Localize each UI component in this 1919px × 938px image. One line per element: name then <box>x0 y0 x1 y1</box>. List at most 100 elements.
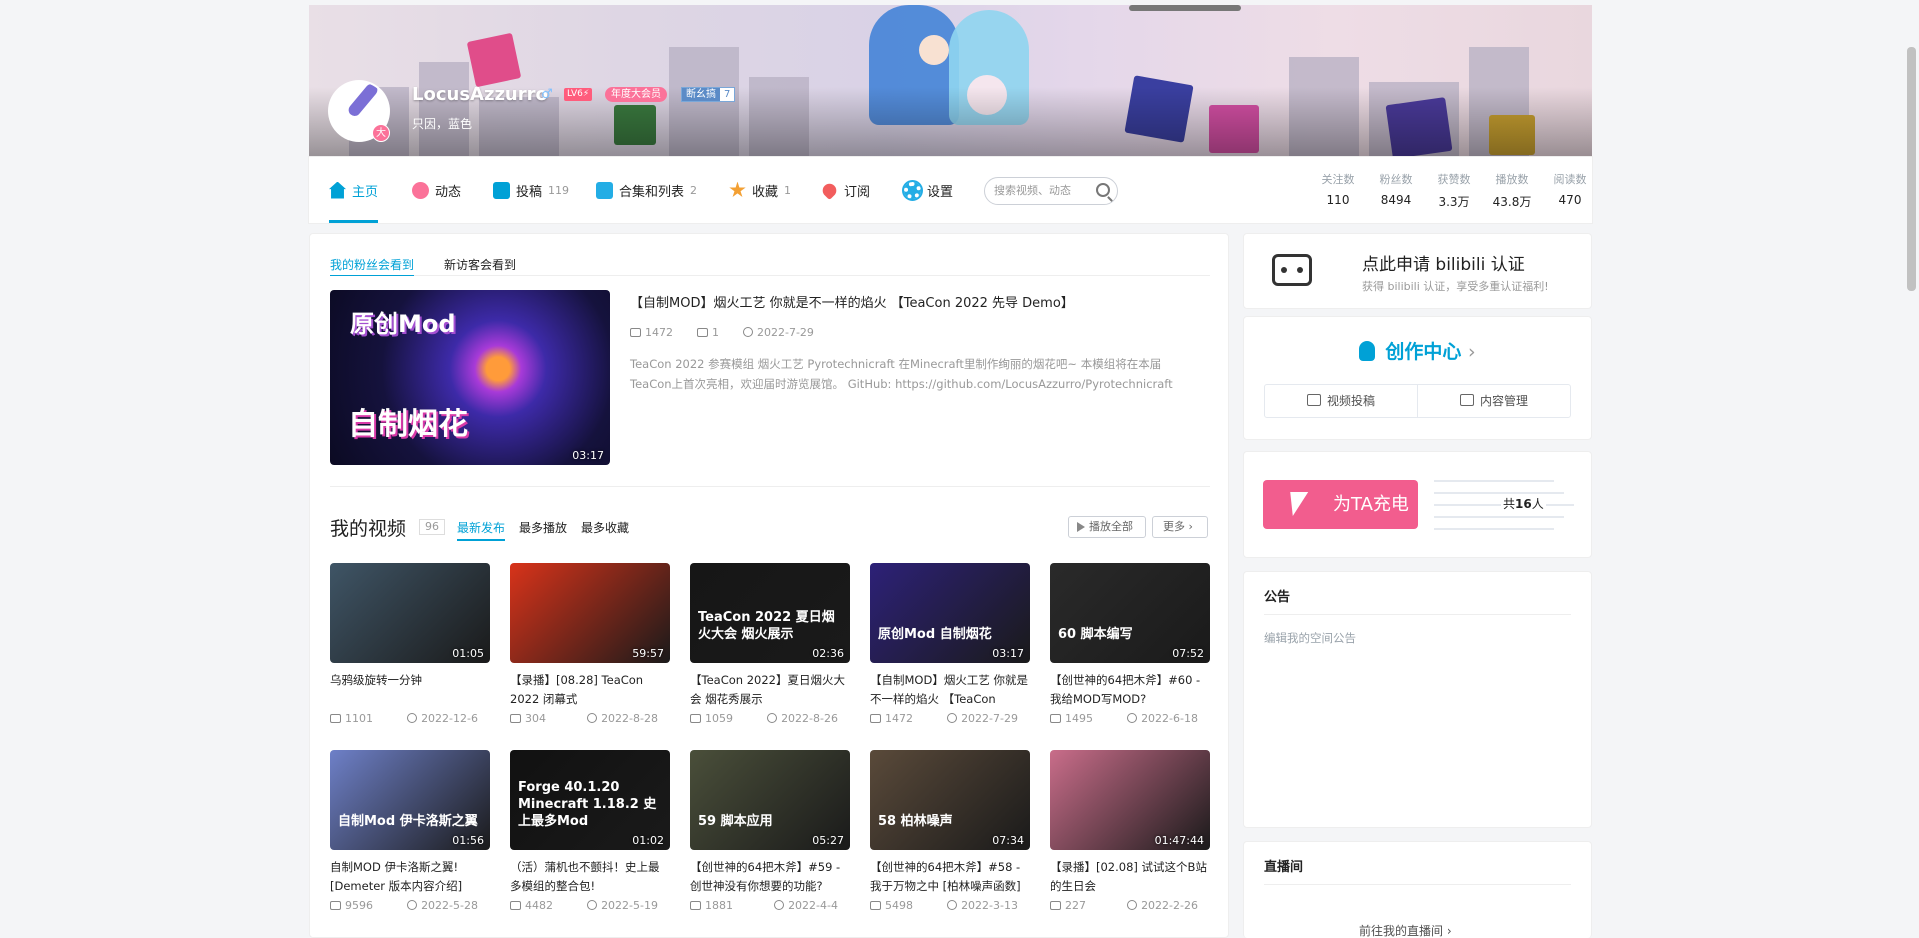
tab-fans-see[interactable]: 我的粉丝会看到 <box>330 256 415 276</box>
videos-header: 我的视频 96 最新发布 最多播放 最多收藏 播放全部 更多 › <box>330 514 1210 541</box>
creator-center-card: 创作中心 › 视频投稿 内容管理 <box>1243 316 1592 440</box>
video-card[interactable]: Forge 40.1.20 Minecraft 1.18.2 史上最多Mod 01… <box>510 750 670 912</box>
more-button[interactable]: 更多 › <box>1152 516 1208 538</box>
content-manage-button[interactable]: 内容管理 <box>1417 385 1570 417</box>
stat-fans-label: 粉丝数 <box>1379 173 1413 186</box>
video-card[interactable]: 01:05 乌鸦级旋转一分钟 1101 2022-12-6 <box>330 563 490 725</box>
featured-video-cover[interactable]: 原创Mod 自制烟花 03:17 <box>330 290 610 465</box>
video-cover[interactable]: 自制Mod 伊卡洛斯之翼 01:56 <box>330 750 490 850</box>
video-title[interactable]: 乌鸦级旋转一分钟 <box>330 671 490 709</box>
video-cover[interactable]: 原创Mod 自制烟花 03:17 <box>870 563 1030 663</box>
charge-count[interactable]: 共16人 <box>1501 495 1546 512</box>
video-card[interactable]: 原创Mod 自制烟花 03:17 【自制MOD】烟火工艺 你就是不一样的焰火 【Te… <box>870 563 1030 725</box>
video-title[interactable]: 【录播】[02.08] 试试这个B站的生日会 <box>1050 858 1210 896</box>
upload-video-button[interactable]: 视频投稿 <box>1265 385 1417 417</box>
video-cover[interactable]: TeaCon 2022 夏日烟火大会 烟火展示 02:36 <box>690 563 850 663</box>
video-title[interactable]: 【创世神的64把木斧】#59 - 创世神没有你想要的功能? <box>690 858 850 896</box>
video-title[interactable]: 【自制MOD】烟火工艺 你就是不一样的焰火 【TeaCon <box>870 671 1030 709</box>
video-card[interactable]: 58 柏林噪声 07:34 【创世神的64把木斧】#58 - 我于万物之中 [柏林噪… <box>870 750 1030 912</box>
tab-home[interactable]: 主页 <box>329 157 379 223</box>
play-all-button[interactable]: 播放全部 <box>1068 516 1146 538</box>
video-plays: 1101 <box>330 712 373 725</box>
auth-card[interactable]: 点此申请 bilibili 认证 获得 bilibili 认证，享受多重认证福利… <box>1243 233 1592 309</box>
video-date: 2022-8-26 <box>767 712 838 725</box>
tab-collections[interactable]: 合集和列表 2 <box>596 157 697 223</box>
user-sign[interactable]: 只因，蓝色 <box>412 115 472 132</box>
clock-icon <box>587 900 598 910</box>
tab-dynamic[interactable]: 动态 <box>412 157 461 223</box>
video-card[interactable]: 01:47:44 【录播】[02.08] 试试这个B站的生日会 227 2022-2-… <box>1050 750 1210 912</box>
tab-visitors-see[interactable]: 新访客会看到 <box>444 256 516 276</box>
video-plays: 1881 <box>690 899 733 912</box>
video-duration: 01:02 <box>632 834 664 847</box>
chevron-right-icon: › <box>1468 341 1476 363</box>
stat-following[interactable]: 关注数 110 <box>1310 171 1366 207</box>
video-duration: 05:27 <box>812 834 844 847</box>
tab-most-played[interactable]: 最多播放 <box>519 519 567 536</box>
clock-icon <box>407 900 418 910</box>
stat-following-value: 110 <box>1326 193 1350 207</box>
play-count-icon <box>690 714 701 723</box>
tab-settings[interactable]: 设置 <box>902 157 954 223</box>
featured-video-title[interactable]: 【自制MOD】烟火工艺 你就是不一样的焰火 【TeaCon 2022 先导 De… <box>630 292 1200 311</box>
video-cover[interactable]: 01:47:44 <box>1050 750 1210 850</box>
video-title[interactable]: 自制MOD 伊卡洛斯之翼! [Demeter 版本内容介绍] <box>330 858 490 896</box>
video-card[interactable]: TeaCon 2022 夏日烟火大会 烟火展示 02:36 【TeaCon 2022… <box>690 563 850 725</box>
video-cover[interactable]: 01:05 <box>330 563 490 663</box>
video-card[interactable]: 59:57 【录播】[08.28] TeaCon 2022 闭幕式 304 2022-… <box>510 563 670 725</box>
video-meta: 5498 2022-3-13 <box>870 899 1030 912</box>
video-date: 2022-5-28 <box>407 899 478 912</box>
tab-subscriptions[interactable]: 订阅 <box>819 157 870 223</box>
video-duration: 07:52 <box>1172 647 1204 660</box>
level-badge[interactable]: LV6⚡ <box>564 88 593 101</box>
video-cover[interactable]: 60 脚本编写 07:52 <box>1050 563 1210 663</box>
stat-likes-label: 获赞数 <box>1437 173 1471 186</box>
video-date: 2022-5-19 <box>587 899 658 912</box>
video-cover[interactable]: Forge 40.1.20 Minecraft 1.18.2 史上最多Mod 01… <box>510 750 670 850</box>
video-card[interactable]: 自制Mod 伊卡洛斯之翼 01:56 自制MOD 伊卡洛斯之翼! [Demeter … <box>330 750 490 912</box>
tab-upload[interactable]: 投稿 119 <box>493 157 569 223</box>
video-date: 2022-8-28 <box>587 712 658 725</box>
video-card[interactable]: 59 脚本应用 05:27 【创世神的64把木斧】#59 - 创世神没有你想要的功能… <box>690 750 850 912</box>
video-date: 2022-6-18 <box>1127 712 1198 725</box>
play-count-icon <box>630 328 641 337</box>
video-title[interactable]: 【创世神的64把木斧】#60 - 我给MOD写MOD? <box>1050 671 1210 709</box>
cover-overlay-text: 原创Mod 自制烟花 <box>878 627 992 642</box>
video-title[interactable]: 【创世神的64把木斧】#58 - 我于万物之中 [柏林噪声函数] <box>870 858 1030 896</box>
tab-latest[interactable]: 最新发布 <box>457 519 506 541</box>
featured-cover-text-bottom: 自制烟花 <box>348 407 468 442</box>
stat-fans[interactable]: 粉丝数 8494 <box>1368 171 1424 207</box>
video-duration: 01:47:44 <box>1154 834 1204 847</box>
tab-most-favorited[interactable]: 最多收藏 <box>581 519 629 536</box>
charge-button[interactable]: 为TA充电 <box>1263 480 1418 529</box>
space-search-input[interactable]: 搜索视频、动态 <box>984 177 1118 205</box>
creator-center-link[interactable]: 创作中心 › <box>1244 337 1591 364</box>
video-plays: 4482 <box>510 899 553 912</box>
tab-settings-label: 设置 <box>927 184 954 200</box>
video-title[interactable]: 【录播】[08.28] TeaCon 2022 闭幕式 <box>510 671 670 709</box>
notice-input[interactable]: 编辑我的空间公告 <box>1264 630 1356 646</box>
go-live-room-link[interactable]: 前往我的直播间 › <box>1359 922 1452 938</box>
video-cover[interactable]: 59:57 <box>510 563 670 663</box>
play-count-icon <box>330 901 341 910</box>
video-meta: 304 2022-8-28 <box>510 712 670 725</box>
video-cover[interactable]: 58 柏林噪声 07:34 <box>870 750 1030 850</box>
videos-heading: 我的视频 <box>330 518 407 540</box>
fan-medal[interactable]: 断幺搞 7 <box>681 87 736 102</box>
clock-icon <box>407 713 418 723</box>
lightning-icon <box>1283 492 1309 516</box>
scrollbar-thumb[interactable] <box>1907 47 1916 291</box>
featured-cover-text-top: 原创Mod <box>350 310 456 338</box>
video-plays: 1495 <box>1050 712 1093 725</box>
search-icon[interactable] <box>1096 183 1110 197</box>
tab-favorites[interactable]: 收藏 1 <box>729 157 791 223</box>
video-cover[interactable]: 59 脚本应用 05:27 <box>690 750 850 850</box>
collection-icon <box>596 181 613 199</box>
vip-badge[interactable]: 年度大会员 <box>605 87 667 102</box>
stat-plays: 播放数 43.8万 <box>1484 171 1540 210</box>
video-title[interactable]: 【TeaCon 2022】夏日烟火大会 烟花秀展示 <box>690 671 850 709</box>
clock-icon <box>1127 900 1138 910</box>
clock-icon <box>767 713 778 723</box>
video-card[interactable]: 60 脚本编写 07:52 【创世神的64把木斧】#60 - 我给MOD写MOD? 1… <box>1050 563 1210 725</box>
video-title[interactable]: （活）蒲机也不颤抖！史上最多模组的整合包! <box>510 858 670 896</box>
